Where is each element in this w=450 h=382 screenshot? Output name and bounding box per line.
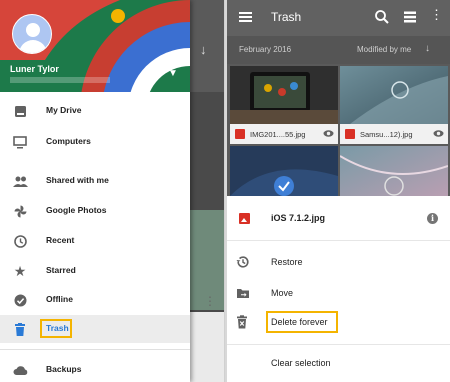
drawer-header[interactable]: Luner Tylor ▼ <box>0 0 190 92</box>
photos-pinwheel-icon <box>12 203 28 219</box>
file-thumbnail <box>340 66 448 124</box>
account-dropdown-icon[interactable]: ▼ <box>168 68 178 79</box>
sidebar-item-starred[interactable]: ★ Starred <box>0 257 190 285</box>
file-tile[interactable]: IMG201....55.jpg <box>230 66 338 144</box>
action-label: Move <box>271 288 294 298</box>
file-tile-selected[interactable] <box>230 146 338 196</box>
clear-selection-action[interactable]: Clear selection <box>227 349 450 377</box>
file-thumbnail <box>230 146 338 196</box>
restore-action[interactable]: Restore <box>227 248 450 276</box>
list-view-icon[interactable] <box>403 10 417 24</box>
sidebar-item-label: Computers <box>46 136 91 146</box>
search-icon[interactable] <box>374 9 390 25</box>
file-thumbnail <box>230 66 338 124</box>
image-file-icon <box>345 129 355 139</box>
app-bar: Trash ⋮ <box>227 0 450 36</box>
sheet-divider <box>227 344 450 345</box>
left-screen: ↓ ⋮ Luner Tylor ▼ My Drive Computers Sha… <box>0 0 225 382</box>
offline-check-icon <box>12 292 28 308</box>
file-actions-sheet: iOS 7.1.2.jpg i Restore Move Delete fore… <box>227 196 450 382</box>
date-group-label: February 2016 <box>239 45 292 54</box>
move-folder-icon <box>236 286 250 300</box>
arrow-down-icon[interactable]: ↓ <box>425 43 430 54</box>
sidebar-item-label: Starred <box>46 265 76 275</box>
background-app-content: ↓ ⋮ <box>190 0 224 382</box>
background-photo <box>190 0 224 92</box>
user-name: Luner Tylor <box>10 64 59 74</box>
trash-icon <box>12 321 28 337</box>
sidebar-item-label: My Drive <box>46 105 82 115</box>
image-file-icon <box>235 129 245 139</box>
drive-icon <box>12 103 28 119</box>
more-vert-icon[interactable]: ⋮ <box>430 8 443 21</box>
file-caption: IMG201....55.jpg <box>230 124 338 144</box>
sidebar-item-offline[interactable]: Offline <box>0 286 190 314</box>
computer-icon <box>12 134 28 150</box>
file-tile[interactable] <box>340 146 448 196</box>
info-icon[interactable]: i <box>427 213 438 224</box>
sidebar-item-label: Google Photos <box>46 205 107 215</box>
image-file-icon <box>239 213 250 224</box>
sidebar-item-trash[interactable]: Trash <box>0 315 190 343</box>
eye-icon[interactable] <box>433 128 444 139</box>
restore-icon <box>236 255 250 269</box>
sidebar-item-shared-with-me[interactable]: Shared with me <box>0 167 190 195</box>
file-name: IMG201....55.jpg <box>250 130 306 139</box>
drawer-divider <box>0 349 190 350</box>
sidebar-item-label: Recent <box>46 235 75 245</box>
page-title: Trash <box>271 10 302 24</box>
move-action[interactable]: Move <box>227 279 450 307</box>
selected-file-name: iOS 7.1.2.jpg <box>271 213 326 223</box>
delete-forever-action[interactable]: Delete forever <box>227 308 450 336</box>
action-label: Restore <box>271 257 303 267</box>
people-icon <box>12 173 28 189</box>
sort-label[interactable]: Modified by me <box>357 45 411 54</box>
sidebar-item-label: Offline <box>46 294 73 304</box>
sidebar-item-computers[interactable]: Computers <box>0 128 190 156</box>
file-caption: Samsu...12).jpg <box>340 124 448 144</box>
sort-bar: February 2016 Modified by me ↓ <box>227 36 450 64</box>
sidebar-item-label: Backups <box>46 364 82 374</box>
background-photo <box>190 312 224 382</box>
file-tile[interactable]: Samsu...12).jpg <box>340 66 448 144</box>
avatar[interactable] <box>12 14 52 54</box>
sidebar-item-recent[interactable]: Recent <box>0 227 190 255</box>
eye-icon[interactable] <box>323 128 334 139</box>
navigation-drawer: Luner Tylor ▼ My Drive Computers Shared … <box>0 0 190 382</box>
sheet-divider <box>227 240 450 241</box>
menu-icon[interactable] <box>239 10 253 24</box>
sidebar-item-google-photos[interactable]: Google Photos <box>0 197 190 225</box>
cloud-icon <box>12 362 28 378</box>
trash-icon <box>236 315 250 329</box>
highlight-box <box>40 319 72 338</box>
star-icon: ★ <box>13 263 27 279</box>
more-vert-icon: ⋮ <box>204 294 216 308</box>
file-thumbnail <box>340 146 448 196</box>
right-screen: Trash ⋮ February 2016 Modified by me ↓ I… <box>227 0 450 382</box>
arrow-down-icon: ↓ <box>200 42 207 57</box>
sidebar-item-label: Shared with me <box>46 175 109 185</box>
highlight-box <box>266 311 338 333</box>
sidebar-item-my-drive[interactable]: My Drive <box>0 97 190 125</box>
clock-icon <box>12 233 28 249</box>
action-label: Clear selection <box>271 358 331 368</box>
file-name: Samsu...12).jpg <box>360 130 413 139</box>
user-email-redacted <box>10 77 110 83</box>
sidebar-item-backups[interactable]: Backups <box>0 356 190 382</box>
